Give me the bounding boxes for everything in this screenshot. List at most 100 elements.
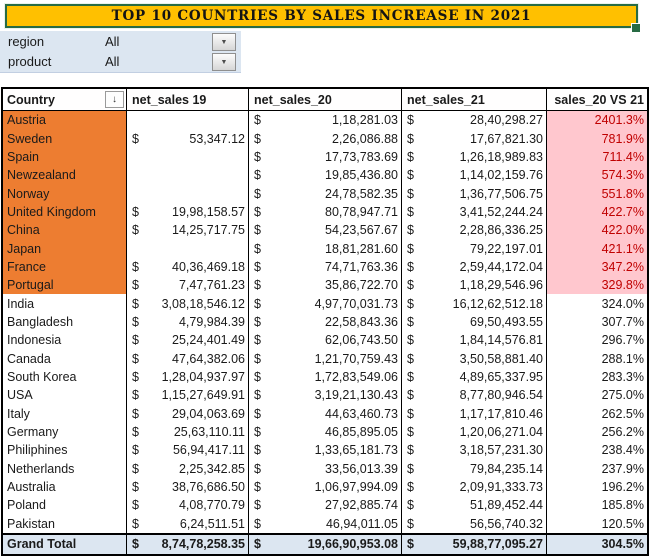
currency-symbol: $ [132,516,139,531]
net-sales-19-cell: $2,25,342.85 [127,459,249,478]
net-sales-20-cell: $44,63,460.73 [249,404,402,423]
grand-total-row: Grand Total $ 8,74,78,258.35 $ 19,66,90,… [3,532,647,554]
net-sales-21-cell: $69,50,493.55 [402,312,547,332]
table-row: Canada $47,64,382.06 $1,21,70,759.43 $3,50,… [3,349,647,368]
net-sales-20-cell: $33,56,013.39 [249,459,402,478]
currency-symbol: $ [254,333,261,348]
table-row: Germany $25,63,110.11 $46,85,895.05 $1,20,0… [3,422,647,442]
currency-symbol: $ [407,498,414,513]
table-row: USA $1,15,27,649.91 $3,19,21,130.43 $8,77,8… [3,386,647,405]
currency-symbol: $ [132,388,139,403]
table-row: Indonesia $25,24,401.49 $62,06,743.50 $1,84… [3,331,647,350]
currency-symbol: $ [132,480,139,495]
net-sales-20-cell: $35,86,722.70 [249,276,402,295]
country-cell: United Kingdom [3,202,127,222]
currency-symbol: $ [407,314,414,329]
country-cell: Newzealand [3,166,127,185]
net-sales-21-cell: $1,14,02,159.76 [402,166,547,185]
product-filter-value[interactable]: All [105,54,119,69]
country-cell: Canada [3,349,127,368]
region-filter-value[interactable]: All [105,34,119,49]
net-sales-21-cell: $3,50,58,881.40 [402,349,547,368]
currency-symbol: $ [254,425,261,440]
table-row: Newzealand $19,85,436.80 $1,14,02,159.76 57… [3,166,647,185]
net-sales-19-cell [127,239,249,258]
net-sales-21-column-header: net_sales_21 [402,89,547,110]
currency-symbol: $ [132,223,139,238]
selection-handle[interactable] [631,23,641,33]
pct-cell: 711.4% [547,147,647,167]
net-sales-20-cell: $46,94,011.05 [249,514,402,533]
currency-symbol: $ [254,443,261,458]
country-column-header: Country ↓ [3,89,127,110]
currency-symbol: $ [132,278,139,293]
currency-symbol: $ [407,516,414,531]
product-filter-row: product All ▼ [0,51,241,71]
net-sales-19-cell: $40,36,469.18 [127,257,249,277]
country-cell: Philiphines [3,441,127,460]
country-cell: Italy [3,404,127,423]
pct-cell: 2401.3% [547,111,647,130]
net-sales-19-cell: $29,04,063.69 [127,404,249,423]
currency-symbol: $ [407,223,414,238]
net-sales-20-cell: $80,78,947.71 [249,202,402,222]
net-sales-19-cell: $7,47,761.23 [127,276,249,295]
net-sales-20-cell: $2,26,086.88 [249,129,402,148]
currency-symbol: $ [254,149,261,164]
pct-cell: 288.1% [601,351,644,366]
currency-symbol: $ [407,480,414,495]
currency-symbol: $ [132,259,139,274]
net-sales-21-cell: $3,41,52,244.24 [402,202,547,222]
currency-symbol: $ [407,537,414,552]
pct-cell: 422.0% [547,221,647,240]
currency-symbol: $ [254,388,261,403]
currency-symbol: $ [407,369,414,384]
net-sales-21-cell: $8,77,80,946.54 [402,386,547,405]
currency-symbol: $ [254,351,261,366]
filter-panel: region All ▼ product All ▼ [0,31,241,73]
currency-symbol: $ [254,498,261,513]
country-cell: Indonesia [3,331,127,350]
pct-cell: 185.8% [601,498,644,513]
table-row: Portugal $7,47,761.23 $35,86,722.70 $1,18,2… [3,276,647,295]
table-row: Pakistan $6,24,511.51 $46,94,011.05 $56,56,… [3,514,647,533]
currency-symbol: $ [407,259,414,274]
pct-cell: 196.2% [601,480,644,495]
net-sales-20-cell: $17,73,783.69 [249,147,402,167]
currency-symbol: $ [132,369,139,384]
table-row: United Kingdom $19,98,158.57 $80,78,947.71… [3,202,647,222]
country-cell: Portugal [3,276,127,295]
currency-symbol: $ [407,113,414,128]
chevron-down-icon: ▼ [220,58,228,66]
currency-symbol: $ [407,351,414,366]
net-sales-21-cell: $1,20,06,271.04 [402,422,547,442]
currency-symbol: $ [132,498,139,513]
country-cell: Pakistan [3,514,127,533]
table-row: France $40,36,469.18 $74,71,763.36 $2,59,44… [3,257,647,277]
net-sales-19-cell: $19,98,158.57 [127,202,249,222]
pct-cell: 238.4% [601,443,644,458]
table-row: Philiphines $56,94,417.11 $1,33,65,181.73 $… [3,441,647,460]
pct-cell: 347.2% [547,257,647,277]
region-filter-dropdown-button[interactable]: ▼ [212,33,236,51]
currency-symbol: $ [254,186,261,201]
table-row: Spain $17,73,783.69 $1,26,18,989.83 711.4% [3,147,647,167]
net-sales-19-cell: $4,08,770.79 [127,496,249,515]
net-sales-20-cell: $46,85,895.05 [249,422,402,442]
pct-cell: 307.7% [601,314,644,329]
net-sales-19-column-header: net_sales 19 [127,89,249,110]
country-cell: Spain [3,147,127,167]
product-filter-dropdown-button[interactable]: ▼ [212,53,236,71]
net-sales-21-cell: $2,28,86,336.25 [402,221,547,240]
net-sales-21-cell: $2,09,91,333.73 [402,477,547,497]
net-sales-21-cell: $28,40,298.27 [402,111,547,130]
sort-filter-button[interactable]: ↓ [105,91,124,108]
grand-total-net-sales-21-cell: $ 59,88,77,095.27 [402,534,547,554]
net-sales-20-cell: $18,81,281.60 [249,239,402,258]
currency-symbol: $ [254,131,261,146]
currency-symbol: $ [407,149,414,164]
region-filter-row: region All ▼ [0,31,241,51]
table-row: Australia $38,76,686.50 $1,06,97,994.09 $2,… [3,477,647,497]
currency-symbol: $ [254,480,261,495]
net-sales-21-cell: $3,18,57,231.30 [402,441,547,460]
